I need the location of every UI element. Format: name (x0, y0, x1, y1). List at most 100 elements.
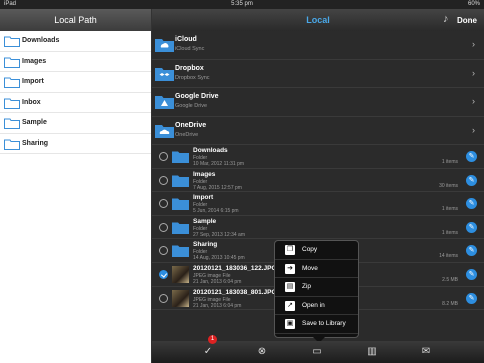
cloud-item-sub: OneDrive (175, 131, 199, 138)
cloud-item-sub: Dropbox Sync (175, 74, 210, 81)
file-count: 30 items (439, 182, 458, 189)
file-size: 8.2 MB (442, 300, 458, 307)
local-path-item[interactable]: Sample (0, 113, 151, 134)
edit-pencil-icon[interactable]: ✎ (466, 292, 477, 304)
folder-icon (172, 245, 189, 258)
menu-item-label: Save to Library (302, 320, 346, 328)
file-name: Sample (193, 217, 217, 225)
select-checkbox[interactable] (159, 175, 168, 185)
mail-icon[interactable]: ✉ (420, 346, 432, 358)
menu-item-copy[interactable]: ❐ Copy (275, 241, 358, 260)
file-name: 20120121_183036_122.JPG (193, 264, 277, 272)
menu-item-zip[interactable]: ▤ Zip (275, 278, 358, 297)
folder-icon (4, 36, 20, 47)
file-name: Sharing (193, 241, 218, 249)
bottom-toolbar: ✓ ⊗ ▭ ▥ ✉ (152, 341, 484, 363)
file-date: 14 Aug, 2013 10:45 pm (193, 255, 245, 262)
edit-pencil-icon[interactable]: ✎ (466, 151, 477, 162)
local-path-item[interactable]: Inbox (0, 93, 151, 113)
file-date: 21 Jan, 2013 6:04 pm (193, 302, 242, 309)
folder-icon (4, 77, 20, 88)
select-checkbox[interactable] (159, 246, 168, 256)
selection-count-badge: 1 (208, 335, 217, 344)
file-date: 5 Jun, 2014 6:15 pm (193, 208, 239, 215)
menu-item-label: Open in (302, 301, 325, 309)
folder-icon (4, 118, 20, 129)
local-path-item-label: Sharing (22, 139, 49, 147)
edit-pencil-icon[interactable]: ✎ (466, 221, 477, 233)
select-checkbox[interactable] (159, 199, 168, 209)
local-path-list: Downloads Images Import Inbox Sample Sha… (0, 31, 151, 154)
edit-pencil-icon[interactable]: ✎ (466, 245, 477, 257)
file-row[interactable]: Import Folder 5 Jun, 2014 6:15 pm 1 item… (152, 192, 484, 216)
cancel-circle-icon[interactable]: ⊗ (256, 346, 268, 358)
folder-icon (172, 151, 189, 163)
menu-item-save-to-library[interactable]: ▣ Save to Library (275, 315, 358, 334)
file-count: 1 items (441, 229, 458, 236)
chevron-right-icon: › (472, 96, 475, 106)
checkmark-icon[interactable]: ✓ (202, 346, 214, 358)
folder-icon (4, 98, 20, 109)
file-row[interactable]: Images Folder 7 Aug, 2015 12:57 pm 30 it… (152, 169, 484, 193)
local-path-item-label: Images (22, 57, 47, 65)
edit-pencil-icon[interactable]: ✎ (466, 198, 477, 210)
menu-item-move[interactable]: ➜ Move (275, 260, 358, 279)
file-date: 27 Sep, 2013 12:34 am (193, 231, 245, 238)
onedrive-folder-icon (155, 124, 174, 138)
local-path-panel: Local Path Downloads Images Import Inbox… (0, 9, 152, 363)
cloud-item-icloud[interactable]: iCloud iCloud Sync › (152, 31, 484, 60)
menu-item-label: Move (302, 264, 318, 272)
image-thumbnail (172, 289, 189, 307)
chevron-right-icon: › (472, 124, 475, 135)
local-path-item-label: Inbox (22, 98, 41, 106)
edit-pencil-icon[interactable]: ✎ (466, 174, 477, 186)
cloud-item-sub: iCloud Sync (175, 46, 205, 52)
file-name: Import (193, 194, 214, 202)
music-note-icon[interactable]: ♪ (443, 13, 449, 25)
select-checkbox[interactable] (159, 152, 168, 161)
cloud-folder-icon (155, 39, 174, 52)
file-row[interactable]: Sample Folder 27 Sep, 2013 12:34 am 1 it… (152, 216, 484, 240)
file-count: 1 items (441, 206, 458, 213)
select-checkbox[interactable] (159, 293, 168, 303)
local-path-item[interactable]: Downloads (0, 31, 151, 52)
select-checkbox[interactable] (159, 222, 168, 232)
menu-item-label: Copy (302, 246, 318, 253)
local-path-item[interactable]: Import (0, 72, 151, 93)
select-checkbox-checked[interactable] (159, 269, 168, 279)
cloud-item-name: iCloud (175, 36, 197, 43)
folder-icon (172, 222, 189, 234)
local-path-item-label: Import (22, 78, 44, 85)
menu-item-open-in[interactable]: ↗ Open in (275, 297, 358, 316)
file-name: 20120121_183038_801.JPG (193, 288, 277, 296)
folder-icon (172, 175, 189, 187)
actions-icon[interactable]: ▭ (311, 346, 323, 358)
local-path-item[interactable]: Sharing (0, 134, 151, 154)
local-title: Local (306, 15, 330, 25)
local-path-item[interactable]: Images (0, 52, 151, 72)
file-date: 21 Jan, 2013 6:04 pm (193, 278, 242, 285)
status-bar: iPad 5:35 pm 60% (0, 0, 484, 9)
archive-icon[interactable]: ▥ (366, 346, 378, 358)
edit-pencil-icon[interactable]: ✎ (466, 268, 477, 280)
save-library-icon: ▣ (285, 319, 295, 330)
folder-icon (4, 139, 20, 150)
cloud-item-onedrive[interactable]: OneDrive OneDrive › (152, 117, 484, 145)
local-header: Local ♪ Done (152, 9, 484, 31)
cloud-item-sub: Google Drive (175, 103, 208, 109)
chevron-right-icon: › (472, 67, 475, 78)
open-in-icon: ↗ (285, 300, 295, 311)
move-icon: ➜ (285, 263, 295, 274)
file-row[interactable]: Downloads Folder 10 Mar, 2012 11:31 pm 1… (152, 145, 484, 169)
done-button[interactable]: Done (457, 16, 477, 25)
cloud-item-dropbox[interactable]: Dropbox Dropbox Sync › (152, 60, 484, 88)
file-date: 7 Aug, 2015 12:57 pm (193, 184, 242, 191)
folder-icon (172, 198, 189, 211)
cloud-item-name: OneDrive (175, 121, 207, 129)
cloud-item-name: Google Drive (175, 93, 219, 100)
image-thumbnail (172, 265, 189, 283)
chevron-right-icon: › (472, 39, 475, 49)
cloud-item-google-drive[interactable]: Google Drive Google Drive › (152, 88, 484, 117)
local-path-title: Local Path (0, 9, 151, 31)
dropbox-folder-icon (155, 67, 174, 81)
